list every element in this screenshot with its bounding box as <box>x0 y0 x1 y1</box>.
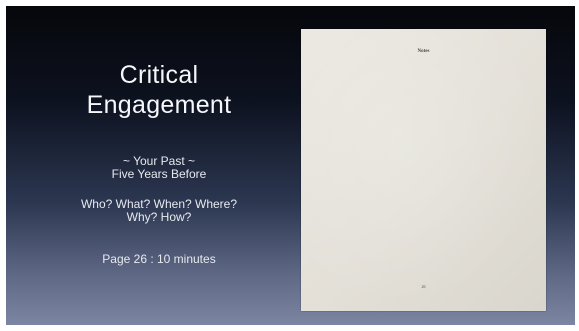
notes-page-photo: Notes 26 <box>301 29 546 311</box>
presentation-slide: Critical Engagement ~ Your Past ~ Five Y… <box>6 6 575 325</box>
five-years-before-text: Five Years Before <box>111 167 207 181</box>
notes-page-number: 26 <box>421 284 426 289</box>
slide-title: Critical Engagement <box>6 60 312 120</box>
notes-heading: Notes <box>417 49 430 54</box>
slide-title-line-1: Critical <box>119 61 199 89</box>
slide-title-line-2: Engagement <box>86 91 232 119</box>
screenshot-frame: Critical Engagement ~ Your Past ~ Five Y… <box>0 0 579 331</box>
questions-block: Who? What? When? Where? Why? How? <box>6 198 312 224</box>
page-time-text: Page 26 : 10 minutes <box>102 252 216 266</box>
your-past-block: ~ Your Past ~ Five Years Before <box>6 155 312 181</box>
questions-line-2: Why? How? <box>126 210 192 224</box>
slide-text-column: Critical Engagement ~ Your Past ~ Five Y… <box>6 6 312 325</box>
